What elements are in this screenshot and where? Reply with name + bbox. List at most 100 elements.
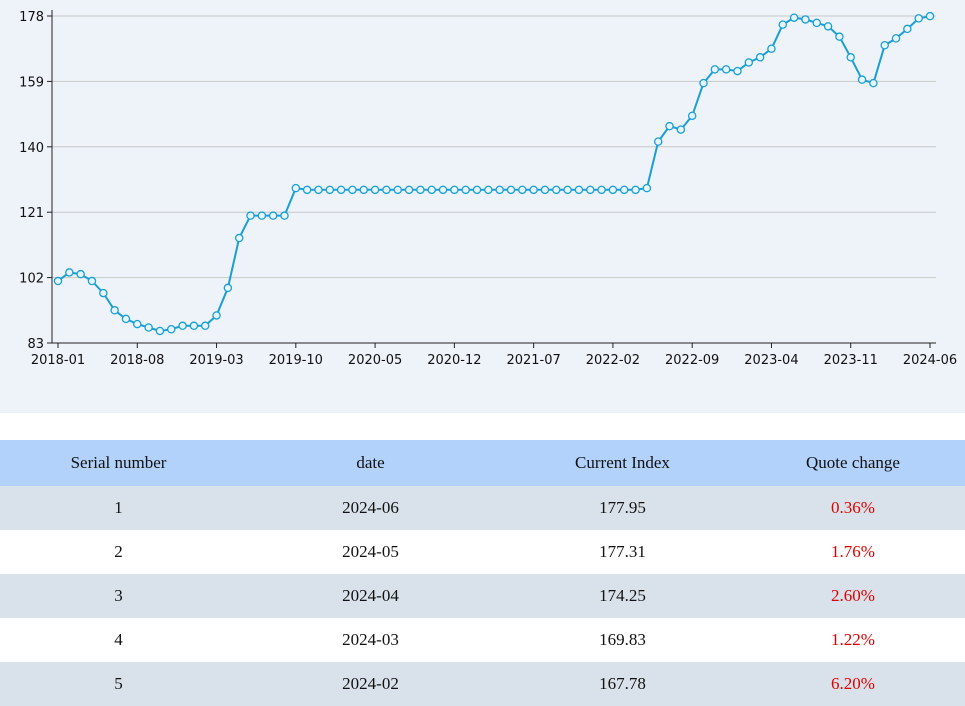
serial-cell: 3 — [0, 574, 237, 618]
header-serial-number[interactable]: Serial number — [0, 440, 237, 486]
index-cell: 169.83 — [504, 618, 741, 662]
table-row: 4 2024-03 169.83 1.22% — [0, 618, 965, 662]
header-current-index[interactable]: Current Index — [504, 440, 741, 486]
x-tick-label: 2022-09 — [665, 353, 719, 368]
data-point — [280, 211, 289, 220]
data-point — [767, 44, 776, 53]
x-tick-label: 2024-06 — [903, 353, 957, 368]
data-point — [393, 185, 402, 195]
data-point — [631, 185, 640, 195]
data-point — [903, 24, 912, 34]
index-cell: 167.78 — [504, 662, 741, 706]
data-point — [268, 211, 278, 220]
change-cell: 2.60% — [741, 574, 965, 618]
data-point — [880, 41, 889, 50]
data-point — [925, 11, 935, 21]
data-point — [65, 268, 74, 277]
date-cell: 2024-04 — [237, 574, 504, 618]
change-cell: 1.76% — [741, 530, 965, 574]
table-row: 3 2024-04 174.25 2.60% — [0, 574, 965, 618]
data-point — [246, 211, 255, 220]
data-point — [314, 185, 323, 195]
data-point — [778, 20, 788, 29]
table-header-row: Serial number date Current Index Quote c… — [0, 440, 965, 486]
data-point — [552, 185, 561, 195]
x-tick-label: 2018-01 — [31, 353, 85, 368]
line-chart: 83 102 121 140 159 178 2018-01 2018-08 2019-03 20… — [19, 10, 957, 368]
table-row: 5 2024-02 167.78 6.20% — [0, 662, 965, 706]
y-tick-label: 159 — [19, 75, 44, 90]
x-tick-label: 2020-05 — [348, 353, 402, 368]
serial-cell: 1 — [0, 486, 237, 530]
data-point — [495, 185, 504, 195]
y-tick-label: 178 — [19, 10, 44, 25]
date-cell: 2024-05 — [237, 530, 504, 574]
index-cell: 177.31 — [504, 530, 741, 574]
serial-cell: 4 — [0, 618, 237, 662]
data-point — [891, 34, 901, 43]
change-cell: 1.22% — [741, 618, 965, 662]
data-point — [846, 53, 855, 62]
data-point — [461, 185, 470, 195]
data-point — [234, 233, 244, 243]
data-point — [325, 185, 335, 195]
y-tick-label: 83 — [27, 337, 44, 352]
data-point — [823, 22, 833, 31]
serial-cell: 5 — [0, 662, 237, 706]
series-line — [57, 15, 931, 333]
data-point — [87, 276, 97, 286]
y-tick-label: 140 — [19, 141, 44, 156]
data-point — [404, 185, 414, 195]
index-table: Serial number date Current Index Quote c… — [0, 440, 965, 706]
data-point — [155, 326, 165, 336]
header-date[interactable]: date — [237, 440, 504, 486]
data-point — [212, 311, 221, 320]
data-point — [563, 185, 572, 195]
data-point — [801, 15, 810, 24]
data-point — [53, 276, 63, 286]
data-point — [687, 111, 697, 121]
x-tick-label: 2021-07 — [506, 353, 560, 368]
y-tick-label: 121 — [19, 206, 44, 221]
data-point — [744, 58, 754, 67]
x-tick-label: 2023-04 — [744, 353, 798, 368]
chart-panel: 83 102 121 140 159 178 2018-01 2018-08 2019-03 20… — [0, 0, 965, 413]
data-point — [642, 183, 652, 193]
data-point — [665, 121, 674, 131]
data-point — [416, 185, 425, 195]
data-point — [676, 125, 686, 134]
data-point — [835, 32, 844, 41]
data-point — [518, 185, 527, 195]
data-point — [382, 185, 391, 195]
header-quote-change[interactable]: Quote change — [741, 440, 965, 486]
data-point — [586, 185, 595, 195]
data-point — [99, 288, 108, 298]
data-point — [370, 185, 380, 195]
data-point — [257, 211, 267, 220]
data-point — [597, 185, 606, 195]
change-cell: 0.36% — [741, 486, 965, 530]
x-tick-label: 2020-12 — [427, 353, 481, 368]
table-row: 2 2024-05 177.31 1.76% — [0, 530, 965, 574]
x-tick-label: 2023-11 — [824, 353, 878, 368]
data-point — [789, 13, 799, 22]
data-point — [121, 314, 131, 324]
data-point — [653, 137, 663, 146]
data-point — [857, 75, 867, 84]
data-point — [110, 306, 119, 315]
change-cell: 6.20% — [741, 662, 965, 706]
data-point — [438, 185, 448, 195]
x-tick-label: 2018-08 — [110, 353, 164, 368]
data-point — [76, 269, 85, 279]
data-point — [200, 321, 210, 331]
data-point — [710, 65, 720, 74]
data-point — [427, 185, 436, 195]
data-point — [484, 185, 493, 195]
data-point — [302, 185, 312, 195]
data-point — [178, 321, 187, 331]
data-point — [619, 185, 629, 195]
date-cell: 2024-03 — [237, 618, 504, 662]
data-point — [472, 185, 482, 195]
data-point — [144, 323, 153, 332]
x-tick-label: 2022-02 — [586, 353, 640, 368]
